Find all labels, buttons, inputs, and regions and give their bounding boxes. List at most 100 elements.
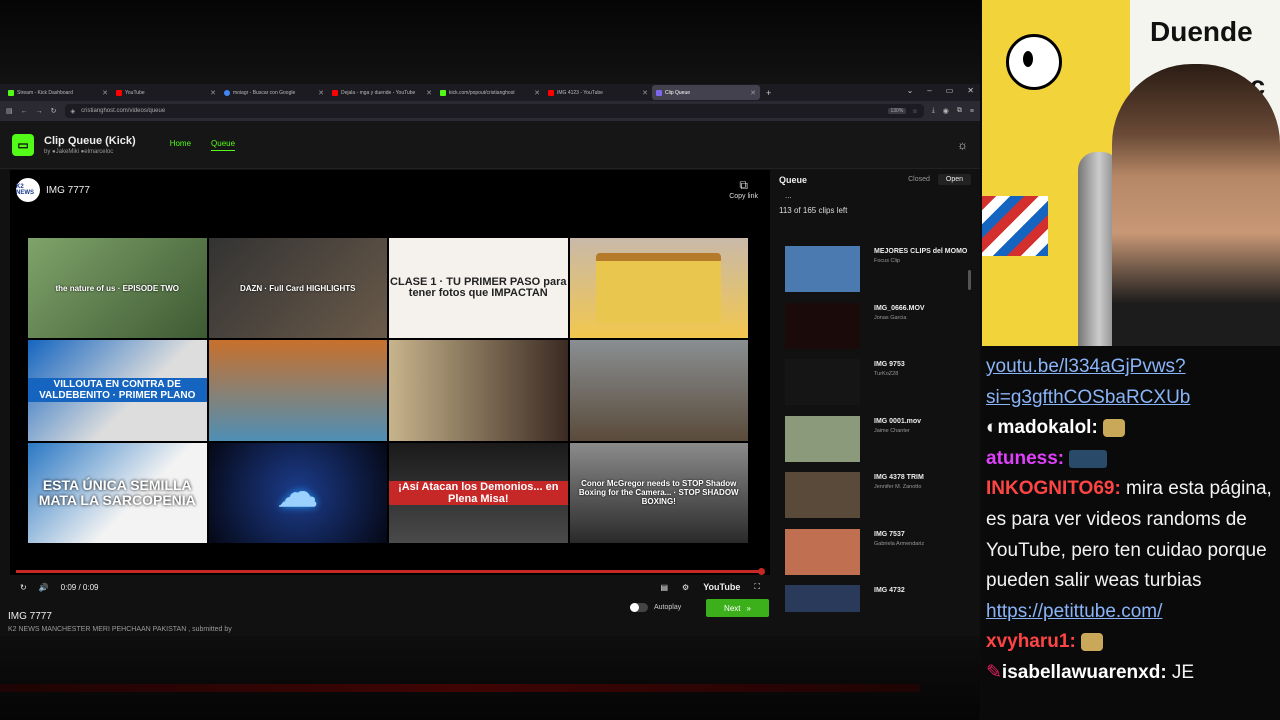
- tab-google[interactable]: moiagr - Buscar con Google ✕: [220, 85, 328, 100]
- chat-username[interactable]: atuness:: [986, 448, 1064, 469]
- queue-item[interactable]: MEJORES CLIPS del MOMO Focus Clip: [785, 244, 973, 301]
- nav-queue[interactable]: Queue: [211, 139, 236, 151]
- queue-item[interactable]: IMG 9753 TurKoZ28: [785, 357, 973, 414]
- clip-queue-logo-icon[interactable]: ▭: [12, 133, 34, 156]
- cloud-icon: ☁: [277, 470, 318, 515]
- chat-badge-icon: ✎: [986, 661, 1002, 683]
- suggestion-thumbnail[interactable]: CLASE 1 · TU PRIMER PASO para tener foto…: [389, 238, 568, 339]
- close-window-icon[interactable]: ✕: [967, 86, 974, 95]
- streamer: [1112, 64, 1280, 346]
- close-tab-icon[interactable]: ✕: [210, 89, 216, 97]
- replay-icon[interactable]: ↻: [20, 583, 27, 592]
- close-tab-icon[interactable]: ✕: [534, 89, 540, 97]
- chat-username[interactable]: INKOGNITO69:: [986, 478, 1121, 499]
- tab-clip-queue[interactable]: Clip Queue ✕: [652, 85, 760, 100]
- fullscreen-icon[interactable]: ⛶: [754, 582, 760, 592]
- close-tab-icon[interactable]: ✕: [750, 89, 756, 97]
- tab-youtube[interactable]: YouTube ✕: [112, 85, 220, 100]
- queue-item[interactable]: IMG_0666.MOV Jonas Garcia: [785, 301, 973, 358]
- chat-message: ◐madokalol:: [986, 413, 1276, 444]
- navigation-bar: ▤ ← → ↻ ◈ cristianghost.com/videos/queue…: [0, 101, 980, 121]
- queue-header: Queue Closed Open: [775, 170, 975, 189]
- suggestion-thumbnail[interactable]: Conor McGregor needs to STOP Shadow Boxi…: [569, 442, 748, 543]
- chat-link[interactable]: youtu.be/l334aGjPvws?si=g3gfthCOSbaRCXUb: [986, 356, 1190, 408]
- author-link-2[interactable]: elmarceloc: [84, 149, 113, 155]
- queue-thumbnail: [785, 585, 860, 612]
- url-text: cristianghost.com/videos/queue: [81, 108, 166, 114]
- suggestion-thumbnail[interactable]: [569, 238, 748, 339]
- extensions-icon[interactable]: ⧉: [957, 107, 962, 115]
- close-tab-icon[interactable]: ✕: [102, 89, 108, 97]
- bookmark-star-icon[interactable]: ☆: [912, 108, 917, 115]
- queue-menu-dots[interactable]: ...: [775, 189, 975, 202]
- chat-badge-icon: ◐: [986, 417, 998, 439]
- tab-img-4123[interactable]: IMG 4123 - YouTube ✕: [544, 85, 652, 100]
- address-bar[interactable]: ◈ cristianghost.com/videos/queue 130% ☆: [64, 104, 924, 118]
- sidebar-icon[interactable]: ▤: [6, 107, 13, 115]
- queue-thumbnail: [785, 415, 860, 462]
- channel-logo[interactable]: K2 NEWS: [16, 178, 40, 202]
- sign-text: Duende: [1150, 16, 1253, 47]
- menu-icon[interactable]: ≡: [970, 108, 974, 115]
- new-tab-button[interactable]: +: [766, 88, 771, 98]
- youtube-favicon-icon: [116, 89, 122, 96]
- maximize-icon[interactable]: ▭: [946, 86, 954, 95]
- volume-icon[interactable]: 🔊: [39, 583, 49, 592]
- tab-youtube-dejala[interactable]: Dejala - mga y duende - YouTube ✕: [328, 85, 436, 100]
- suggestion-thumbnail[interactable]: the nature of us · EPISODE TWO: [28, 238, 207, 339]
- video-info: IMG 7777 K2 NEWS MANCHESTER MERI PEHCHAA…: [8, 611, 768, 633]
- suggestion-thumbnail[interactable]: ☁: [208, 442, 387, 543]
- minimize-icon[interactable]: –: [927, 86, 931, 95]
- suggestion-thumbnail[interactable]: [208, 340, 387, 441]
- author-link-1[interactable]: JakeMiki: [56, 149, 79, 155]
- browser-window: Stream - Kick Dashboard ✕ YouTube ✕ moiagr…: [0, 84, 980, 636]
- tab-list-icon[interactable]: ⌄: [907, 86, 914, 95]
- queue-open-button[interactable]: Open: [937, 174, 971, 185]
- queue-scrollbar[interactable]: [968, 270, 971, 290]
- suggestion-thumbnail[interactable]: [569, 340, 748, 441]
- video-player[interactable]: K2 NEWS IMG 7777 ⧉ Copy link the nature …: [10, 170, 770, 592]
- next-button[interactable]: Next »: [706, 599, 769, 617]
- queue-item[interactable]: IMG 4732: [785, 583, 973, 612]
- chat-username[interactable]: isabellawuarenxd:: [1002, 662, 1167, 683]
- autoplay-toggle[interactable]: [630, 603, 648, 612]
- forward-icon[interactable]: →: [36, 108, 43, 115]
- close-tab-icon[interactable]: ✕: [642, 89, 648, 97]
- back-icon[interactable]: ←: [21, 108, 28, 115]
- settings-gear-icon[interactable]: ⚙: [682, 583, 689, 592]
- close-tab-icon[interactable]: ✕: [318, 89, 324, 97]
- copy-link-button[interactable]: ⧉ Copy link: [729, 178, 758, 200]
- tab-kick-dashboard[interactable]: Stream - Kick Dashboard ✕: [4, 85, 112, 100]
- queue-panel: Queue Closed Open ... 113 of 165 clips l…: [775, 170, 975, 636]
- progress-bar[interactable]: [16, 568, 765, 575]
- account-icon[interactable]: ◉: [943, 107, 949, 115]
- queue-thumbnail: [785, 302, 860, 349]
- suggestion-thumbnail[interactable]: DAZN · Full Card HIGHLIGHTS: [208, 238, 387, 339]
- red-glow: [0, 684, 920, 692]
- youtube-logo[interactable]: YouTube: [703, 582, 740, 592]
- progress-handle[interactable]: [758, 568, 765, 575]
- shield-icon: ◈: [70, 108, 76, 115]
- close-tab-icon[interactable]: ✕: [426, 89, 432, 97]
- nav-home[interactable]: Home: [170, 139, 191, 151]
- suggestion-thumbnail[interactable]: [389, 340, 568, 441]
- tab-kick-popout[interactable]: kick.com/popout/cristianghost ✕: [436, 85, 544, 100]
- download-icon[interactable]: ⤓: [932, 107, 935, 115]
- suggestion-thumbnail[interactable]: VILLOUTA EN CONTRA DE VALDEBENITO · PRIM…: [28, 340, 207, 441]
- queue-item[interactable]: IMG 0001.mov Jaime Chanter: [785, 414, 973, 471]
- google-favicon-icon: [224, 89, 230, 96]
- player-video-title[interactable]: IMG 7777: [46, 185, 90, 196]
- chat-username[interactable]: xvyharu1:: [986, 631, 1076, 652]
- player-title-bar: K2 NEWS IMG 7777: [16, 178, 90, 202]
- queue-closed-button[interactable]: Closed: [900, 174, 938, 185]
- chat-link[interactable]: https://petittube.com/: [986, 601, 1162, 622]
- suggestion-thumbnail[interactable]: ESTA ÚNICA SEMILLA MATA LA SARCOPENIA: [28, 442, 207, 543]
- queue-item[interactable]: IMG 7537 Gabriela Armendariz: [785, 527, 973, 584]
- captions-icon[interactable]: ▤: [660, 583, 668, 592]
- chat-username[interactable]: madokalol:: [997, 417, 1097, 438]
- queue-item[interactable]: IMG 4378 TRIM Jennifer M. Zanotto: [785, 470, 973, 527]
- reload-icon[interactable]: ↻: [51, 107, 57, 115]
- zoom-level[interactable]: 130%: [887, 108, 907, 114]
- theme-toggle-sun-icon[interactable]: ☼: [957, 138, 968, 152]
- suggestion-thumbnail[interactable]: ¡Así Atacan los Demonios... en Plena Mis…: [389, 442, 568, 543]
